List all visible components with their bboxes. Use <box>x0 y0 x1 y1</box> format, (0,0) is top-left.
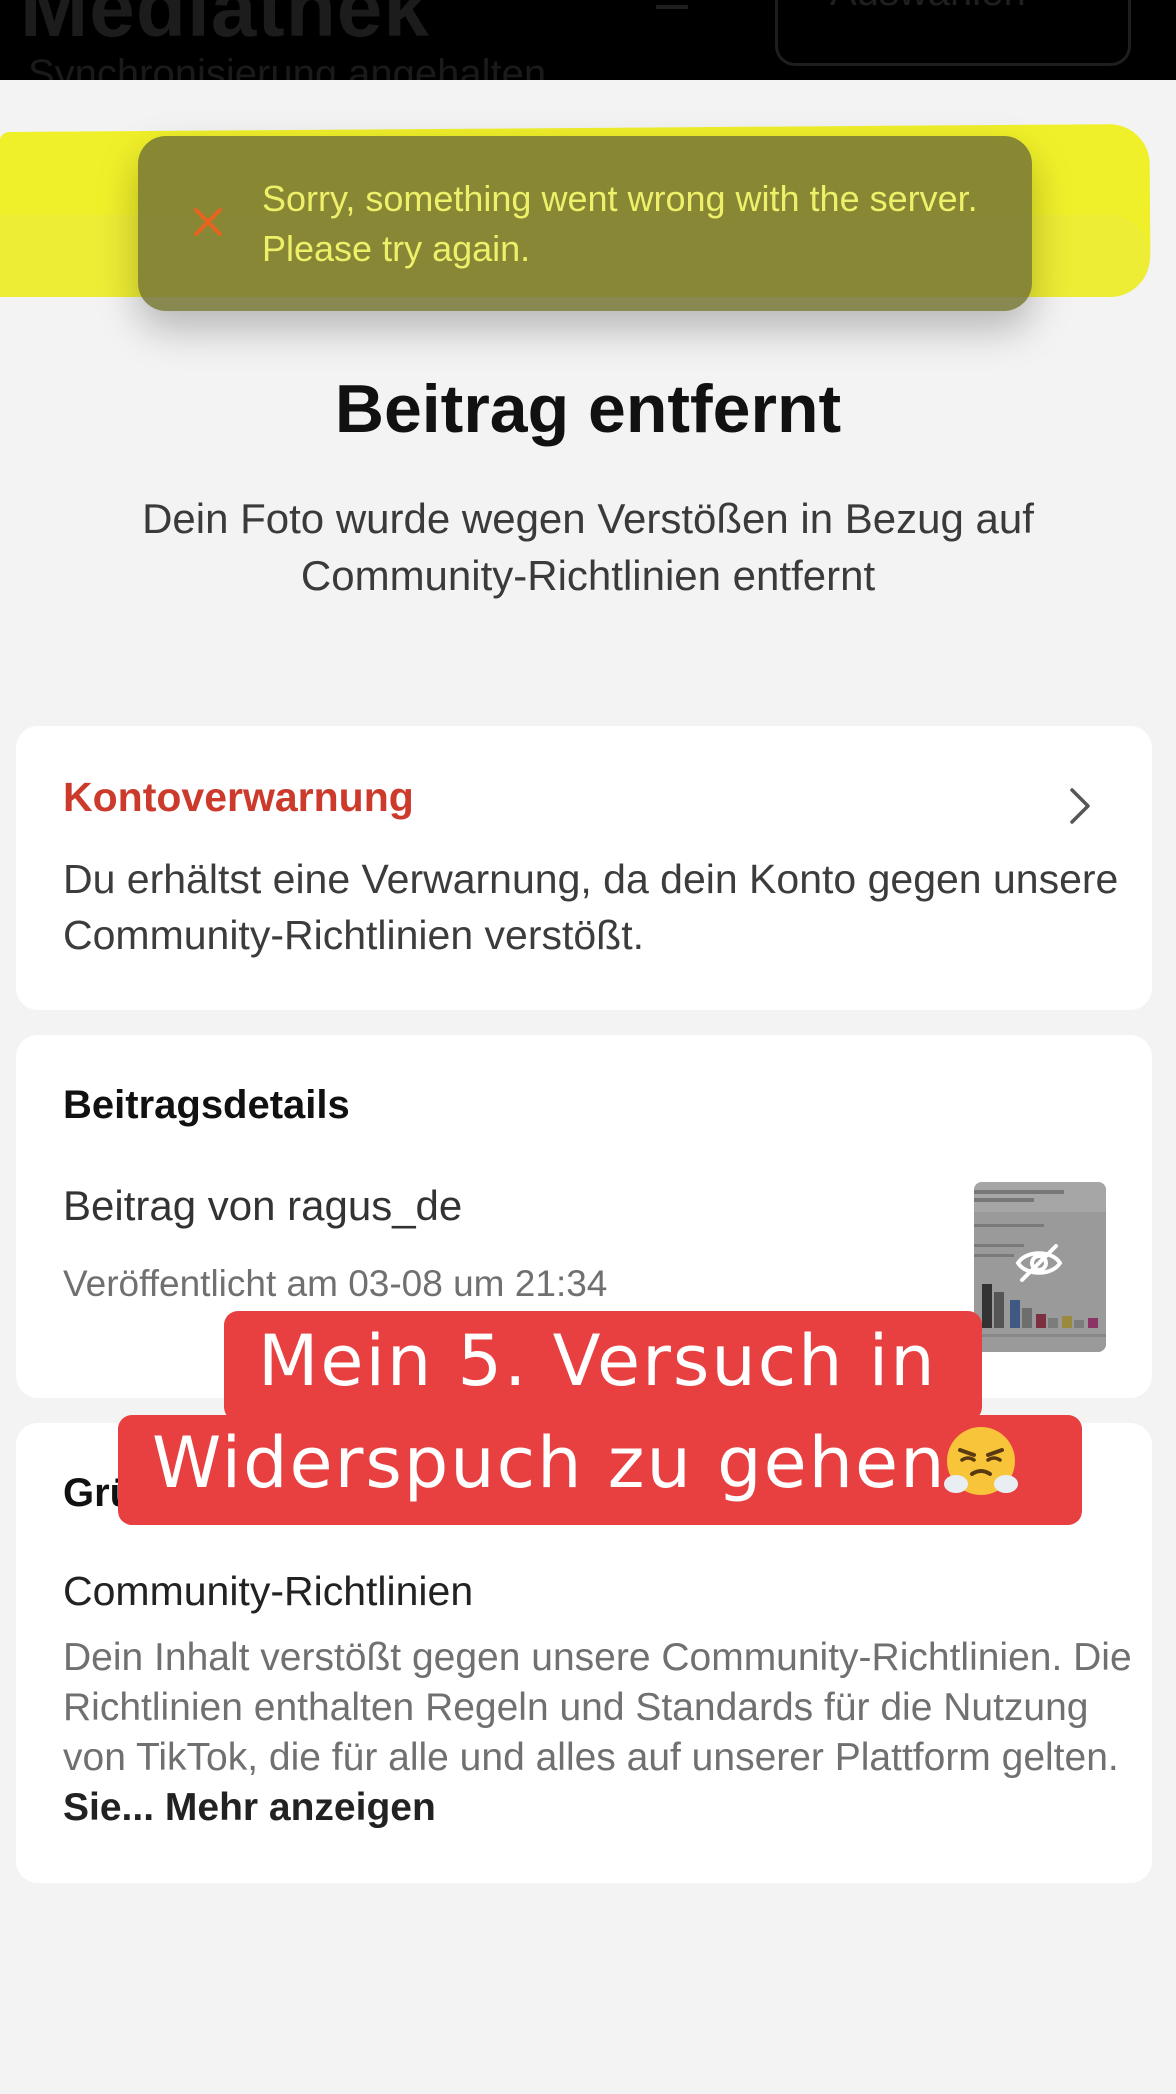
page-subtitle: Dein Foto wurde wegen Verstößen in Bezug… <box>142 495 1034 599</box>
caption-line-2: Widerspuch zu gehen <box>152 1422 947 1504</box>
reason-subheading: Community-Richtlinien <box>63 1568 474 1614</box>
background-app-header: Mediathek Auswählen Synchronisierung ang… <box>0 0 1176 80</box>
post-thumbnail[interactable] <box>974 1182 1106 1352</box>
account-warning-title: Kontoverwarnung <box>63 774 414 820</box>
page-title: Beitrag entfernt <box>334 371 842 447</box>
eye-hidden-icon <box>1015 1244 1063 1282</box>
show-more-link[interactable]: ... Mehr anzeigen <box>122 1786 436 1829</box>
post-author: Beitrag von ragus_de <box>63 1182 463 1229</box>
background-sync-status: Synchronisierung angehalten <box>28 52 547 80</box>
reason-text: Dein Inhalt verstößt gegen unsere Commun… <box>63 1636 1132 1779</box>
close-icon[interactable] <box>190 204 226 240</box>
menu-icon <box>656 5 688 9</box>
toast-message: Sorry, something went wrong with the ser… <box>262 178 978 269</box>
caption-line-1: Mein 5. Versuch in <box>258 1320 937 1402</box>
background-app-title: Mediathek <box>20 0 430 54</box>
chevron-right-icon[interactable] <box>1066 784 1094 828</box>
reason-text-tail: Sie <box>63 1786 122 1829</box>
account-warning-body: Du erhältst eine Verwarnung, da dein Kon… <box>63 856 1119 958</box>
account-warning-card[interactable]: Kontoverwarnung Du erhältst eine Verwarn… <box>16 726 1152 1010</box>
post-details-heading: Beitragsdetails <box>63 1083 350 1127</box>
error-toast: Sorry, something went wrong with the ser… <box>138 136 1032 311</box>
reason-body: Dein Inhalt verstößt gegen unsere Commun… <box>63 1633 1143 1833</box>
post-published-date: Veröffentlicht am 03-08 um 21:34 <box>63 1263 608 1304</box>
background-select-label: Auswählen <box>830 0 1026 15</box>
angry-steam-face-emoji <box>944 1427 1018 1495</box>
